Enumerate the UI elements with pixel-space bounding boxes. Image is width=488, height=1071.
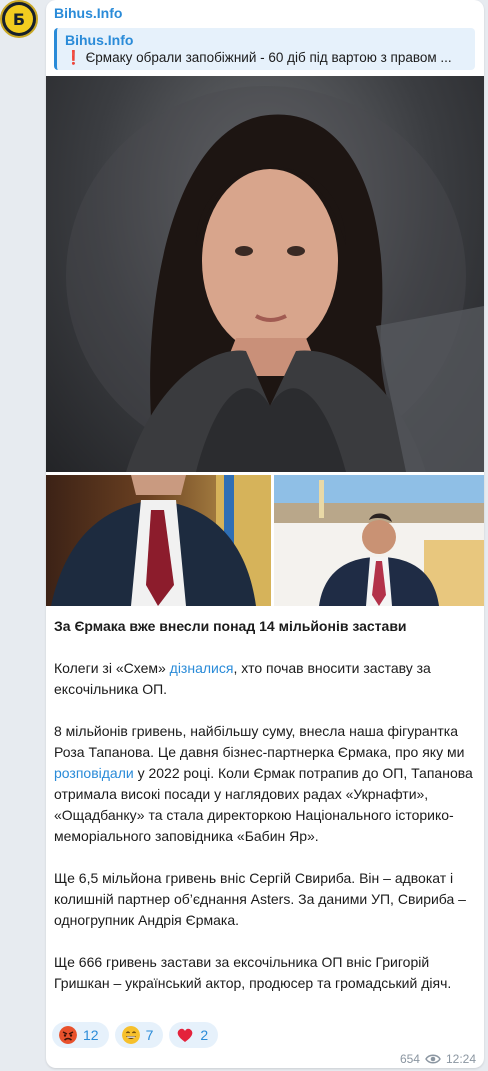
paragraph-2: 8 мільйонів гривень, найбільшу суму, вне… <box>54 721 474 847</box>
reactions-bar: 12 7 2 <box>52 1022 219 1048</box>
message-bubble: Bihus.Info Bihus.Info ❗ Єрмаку обрали за… <box>46 0 484 1068</box>
exclamation-icon: ❗ <box>65 50 82 65</box>
angry-face-icon <box>59 1026 77 1044</box>
message-meta: 654 12:24 <box>400 1052 476 1066</box>
paragraph-1: Колеги зі «Схем» дізналися, хто почав вн… <box>54 658 474 700</box>
paragraph-1-start: Колеги зі «Схем» <box>54 660 170 676</box>
grinning-face-icon <box>121 1026 140 1044</box>
channel-name[interactable]: Bihus.Info <box>54 5 122 21</box>
channel-avatar[interactable]: Б <box>0 0 38 38</box>
link-rozpovidaly[interactable]: розповідали <box>54 765 134 781</box>
man-in-office-illustration <box>274 475 484 606</box>
reaction-angry[interactable]: 12 <box>52 1022 109 1048</box>
reply-text: Єрмаку обрали запобіжний - 60 діб під ва… <box>85 50 452 65</box>
link-diznalysia[interactable]: дізналися <box>170 660 234 676</box>
second-photo[interactable] <box>46 475 271 606</box>
reaction-grin[interactable]: 7 <box>114 1022 164 1048</box>
eye-icon <box>425 1054 441 1064</box>
portrait-woman-illustration <box>66 86 484 472</box>
reply-preview[interactable]: Bihus.Info ❗ Єрмаку обрали запобіжний - … <box>54 28 475 70</box>
reaction-count: 12 <box>83 1027 99 1043</box>
man-in-suit-illustration <box>51 475 271 606</box>
red-heart-icon <box>178 1028 193 1042</box>
main-photo[interactable] <box>46 76 484 472</box>
message-time: 12:24 <box>445 1052 476 1066</box>
reply-text-line: ❗ Єрмаку обрали запобіжний - 60 діб під … <box>65 49 467 67</box>
reaction-count: 7 <box>145 1027 154 1043</box>
view-count: 654 <box>399 1052 420 1066</box>
paragraph-2-start: 8 мільйонів гривень, найбільшу суму, вне… <box>54 723 465 760</box>
third-photo[interactable] <box>274 475 484 606</box>
channel-logo: Б <box>5 5 33 33</box>
paragraph-4: Ще 666 гривень застави за ексочільника О… <box>54 954 452 991</box>
reply-channel-name: Bihus.Info <box>65 32 134 48</box>
post-text: За Єрмака вже внесли понад 14 мільйонів … <box>54 616 474 1015</box>
post-title: За Єрмака вже внесли понад 14 мільйонів … <box>54 618 407 634</box>
reaction-heart[interactable]: 2 <box>169 1022 219 1048</box>
reaction-count: 2 <box>200 1027 209 1043</box>
paragraph-3: Ще 6,5 мільйона гривень вніс Сергій Свир… <box>54 870 466 928</box>
